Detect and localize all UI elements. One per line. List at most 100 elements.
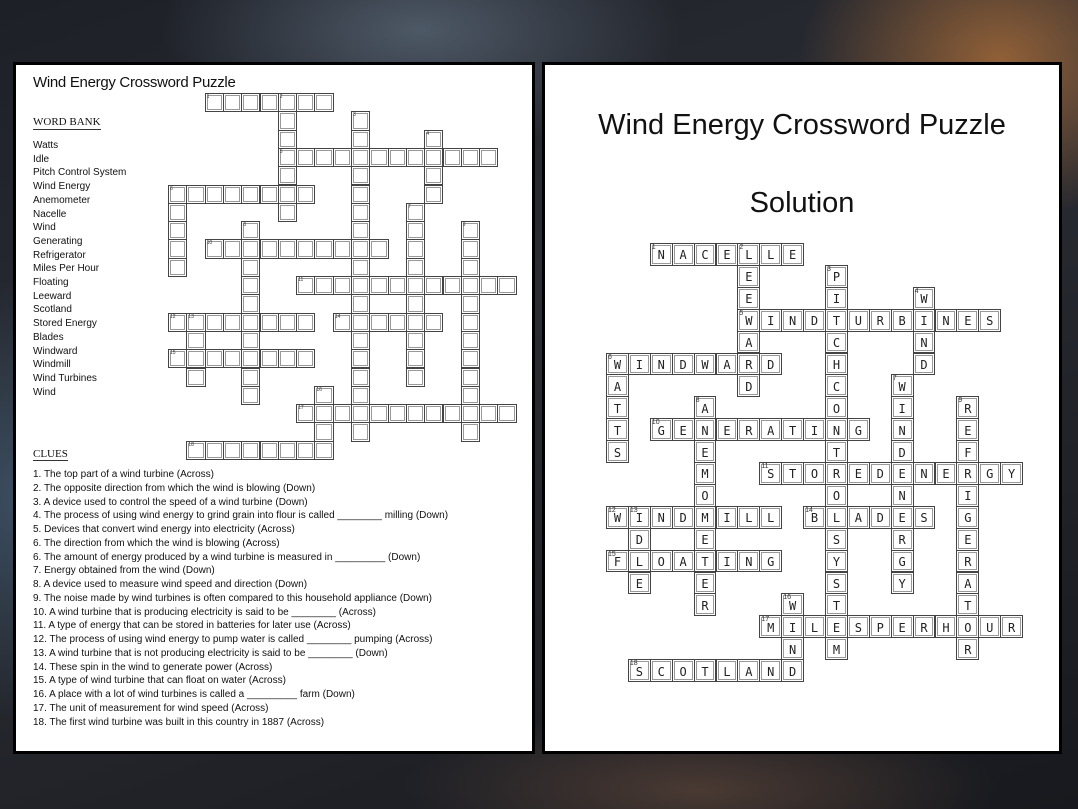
grid-cell[interactable] (351, 422, 371, 442)
grid-cell[interactable]: 10 (204, 239, 224, 259)
grid-cell[interactable] (405, 404, 426, 424)
grid-cell[interactable] (259, 312, 279, 332)
grid-cell[interactable] (186, 349, 206, 369)
grid-cell[interactable] (424, 184, 444, 204)
grid-cell[interactable] (241, 440, 261, 460)
grid-cell[interactable] (314, 239, 334, 259)
grid-cell[interactable] (405, 276, 426, 296)
grid-cell[interactable]: 2 (277, 93, 298, 113)
grid-cell[interactable] (351, 276, 371, 296)
grid-cell[interactable] (296, 184, 316, 204)
grid-cell[interactable] (241, 239, 261, 259)
grid-cell[interactable] (424, 404, 444, 424)
grid-cell[interactable] (460, 367, 481, 387)
grid-cell[interactable] (405, 349, 426, 369)
grid-cell[interactable] (460, 239, 481, 259)
grid-cell[interactable] (296, 349, 316, 369)
grid-cell[interactable] (369, 276, 389, 296)
grid-cell[interactable] (369, 239, 389, 259)
grid-cell[interactable] (405, 312, 426, 332)
grid-cell[interactable] (460, 257, 481, 277)
grid-cell[interactable] (424, 166, 444, 186)
grid-cell[interactable] (332, 276, 352, 296)
grid-cell[interactable] (351, 294, 371, 314)
grid-cell[interactable] (424, 147, 444, 168)
grid-cell[interactable]: 12 (168, 312, 188, 332)
grid-cell[interactable] (277, 349, 298, 369)
grid-cell[interactable]: 1 (204, 93, 224, 113)
grid-cell[interactable] (405, 239, 426, 259)
grid-cell[interactable] (241, 257, 261, 277)
grid-cell[interactable] (241, 349, 261, 369)
grid-cell[interactable] (204, 349, 224, 369)
grid-cell[interactable] (241, 312, 261, 332)
grid-cell[interactable] (259, 349, 279, 369)
grid-cell[interactable]: 5 (277, 147, 298, 168)
grid-cell[interactable] (259, 239, 279, 259)
grid-cell[interactable] (351, 367, 371, 387)
grid-cell[interactable] (204, 184, 224, 204)
grid-cell[interactable] (277, 129, 298, 149)
grid-cell[interactable]: 18 (186, 440, 206, 460)
grid-cell[interactable] (204, 312, 224, 332)
grid-cell[interactable] (351, 129, 371, 149)
grid-cell[interactable] (222, 349, 243, 369)
grid-cell[interactable] (479, 276, 499, 296)
grid-cell[interactable]: 8 (241, 221, 261, 241)
grid-cell[interactable] (277, 111, 298, 131)
grid-cell[interactable] (186, 330, 206, 351)
grid-cell[interactable] (277, 184, 298, 204)
grid-cell[interactable] (222, 312, 243, 332)
grid-cell[interactable] (241, 367, 261, 387)
grid-cell[interactable] (424, 312, 444, 332)
grid-cell[interactable]: 4 (424, 129, 444, 149)
grid-cell[interactable] (460, 312, 481, 332)
grid-cell[interactable] (387, 404, 407, 424)
grid-cell[interactable] (168, 221, 188, 241)
grid-cell[interactable] (241, 385, 261, 406)
grid-cell[interactable]: 6 (168, 184, 188, 204)
grid-cell[interactable] (497, 404, 517, 424)
grid-cell[interactable] (460, 385, 481, 406)
grid-cell[interactable] (442, 276, 462, 296)
grid-cell[interactable] (369, 312, 389, 332)
grid-cell[interactable] (222, 93, 243, 113)
grid-cell[interactable] (460, 422, 481, 442)
grid-cell[interactable]: 16 (314, 385, 334, 406)
grid-cell[interactable] (241, 330, 261, 351)
grid-cell[interactable] (460, 404, 481, 424)
grid-cell[interactable] (405, 294, 426, 314)
grid-cell[interactable] (424, 276, 444, 296)
grid-cell[interactable] (168, 202, 188, 223)
grid-cell[interactable] (387, 147, 407, 168)
grid-cell[interactable] (351, 166, 371, 186)
grid-cell[interactable] (369, 147, 389, 168)
grid-cell[interactable] (460, 330, 481, 351)
grid-cell[interactable] (277, 166, 298, 186)
grid-cell[interactable] (204, 440, 224, 460)
grid-cell[interactable] (314, 147, 334, 168)
grid-cell[interactable] (351, 312, 371, 332)
grid-cell[interactable] (351, 349, 371, 369)
grid-cell[interactable]: 15 (168, 349, 188, 369)
grid-cell[interactable] (497, 276, 517, 296)
grid-cell[interactable] (351, 330, 371, 351)
grid-cell[interactable] (222, 239, 243, 259)
grid-cell[interactable] (277, 312, 298, 332)
grid-cell[interactable] (241, 294, 261, 314)
grid-cell[interactable] (241, 184, 261, 204)
grid-cell[interactable] (186, 367, 206, 387)
grid-cell[interactable] (460, 294, 481, 314)
grid-cell[interactable] (460, 349, 481, 369)
grid-cell[interactable] (296, 440, 316, 460)
grid-cell[interactable] (296, 239, 316, 259)
grid-cell[interactable] (479, 147, 499, 168)
grid-cell[interactable]: 3 (351, 111, 371, 131)
grid-cell[interactable]: 11 (296, 276, 316, 296)
grid-cell[interactable]: 7 (405, 202, 426, 223)
grid-cell[interactable] (222, 440, 243, 460)
grid-cell[interactable] (314, 422, 334, 442)
grid-cell[interactable] (332, 404, 352, 424)
grid-cell[interactable] (351, 385, 371, 406)
grid-cell[interactable]: 13 (186, 312, 206, 332)
